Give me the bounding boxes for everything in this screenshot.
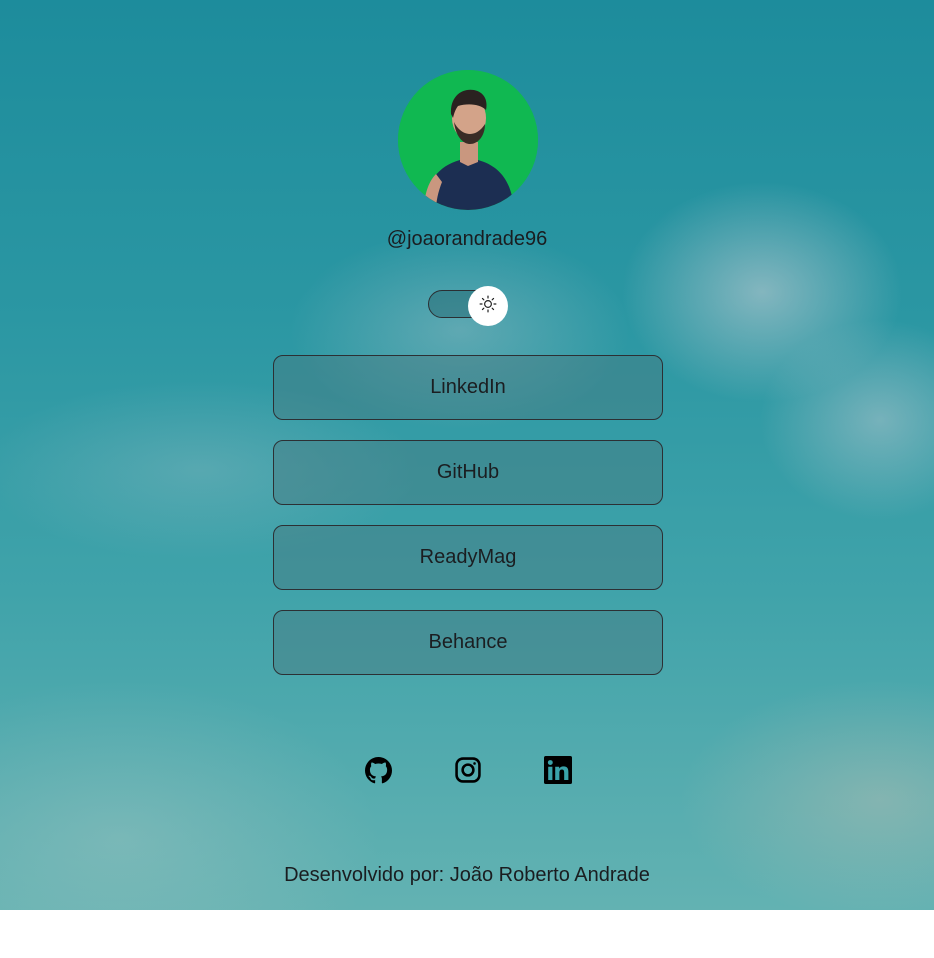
github-icon[interactable] (363, 755, 393, 785)
sun-icon (479, 295, 497, 318)
behance-link-button[interactable]: Behance (273, 610, 663, 675)
readymag-link-button[interactable]: ReadyMag (273, 525, 663, 590)
avatar (398, 70, 538, 210)
linkedin-icon[interactable] (543, 755, 573, 785)
github-link-button[interactable]: GitHub (273, 440, 663, 505)
hero-background: @joaorandrade96 LinkedIn GitHub ReadyMag… (0, 0, 934, 910)
footer-credit: Desenvolvido por: João Roberto Andrade (284, 864, 650, 886)
profile-handle: @joaorandrade96 (386, 228, 548, 250)
theme-toggle-knob[interactable] (468, 286, 508, 326)
instagram-icon[interactable] (453, 755, 483, 785)
linkedin-link-button[interactable]: LinkedIn (273, 355, 663, 420)
